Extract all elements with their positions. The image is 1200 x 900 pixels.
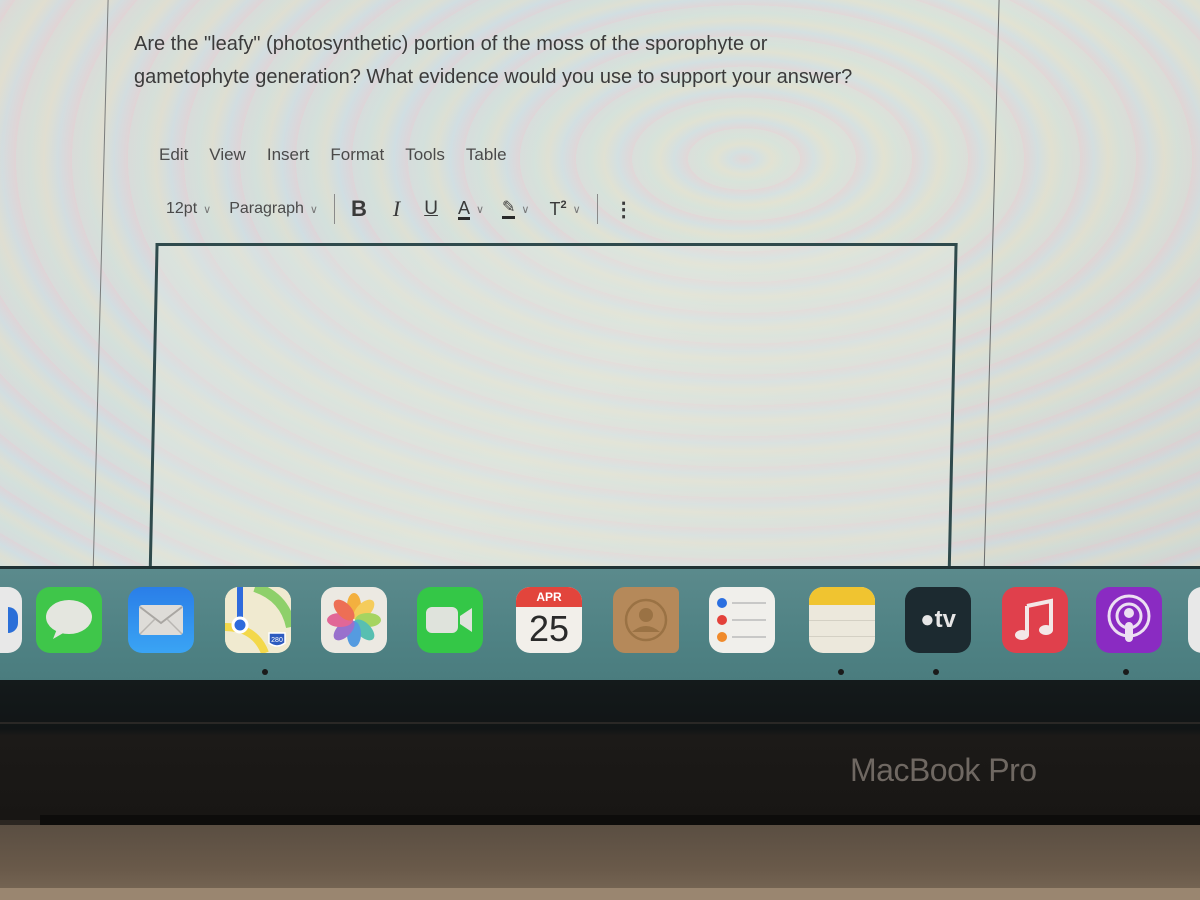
apple-logo-icon: ● bbox=[920, 606, 935, 633]
mail-icon bbox=[139, 605, 183, 635]
reminders-icon bbox=[717, 598, 766, 642]
font-size-dropdown[interactable]: 12pt ∨ bbox=[166, 200, 211, 218]
music-icon bbox=[1015, 598, 1053, 640]
superscript-t: T bbox=[549, 198, 561, 219]
toolbar-divider bbox=[333, 194, 335, 224]
screen: Are the "leafy" (photosynthetic) portion… bbox=[0, 0, 1200, 568]
running-indicator bbox=[1123, 669, 1129, 675]
dock-reminders[interactable] bbox=[709, 587, 775, 653]
italic-button[interactable]: I bbox=[393, 196, 400, 222]
chevron-down-icon: ∨ bbox=[572, 203, 581, 216]
notes-icon bbox=[809, 587, 875, 653]
tv-label: tv bbox=[934, 606, 956, 633]
chevron-down-icon: ∨ bbox=[521, 203, 530, 216]
menu-table[interactable]: Table bbox=[466, 145, 507, 165]
font-size-value: 12pt bbox=[166, 200, 198, 217]
dock-podcasts[interactable] bbox=[1096, 587, 1162, 653]
block-format-value: Paragraph bbox=[229, 200, 304, 217]
laptop-base-edge bbox=[0, 888, 1200, 900]
running-indicator bbox=[933, 669, 939, 675]
editor-menubar: Edit View Insert Format Tools Table bbox=[159, 145, 528, 165]
facetime-icon bbox=[426, 607, 472, 633]
dock-contacts[interactable] bbox=[613, 587, 679, 653]
chevron-down-icon: ∨ bbox=[309, 203, 318, 216]
superscript-button[interactable]: T2 ∨ bbox=[529, 199, 580, 220]
menu-insert[interactable]: Insert bbox=[267, 145, 310, 165]
dock-mail[interactable] bbox=[128, 587, 194, 653]
photos-icon bbox=[327, 593, 381, 647]
calendar-month: APR bbox=[516, 587, 582, 607]
dock-calendar[interactable]: APR 25 bbox=[516, 587, 582, 653]
question-text: Are the "leafy" (photosynthetic) portion… bbox=[134, 28, 954, 94]
highlighter-icon: ✎ bbox=[502, 199, 516, 219]
laptop-hinge bbox=[40, 815, 1200, 825]
messages-icon bbox=[46, 600, 92, 639]
underline-button[interactable]: U bbox=[424, 198, 438, 220]
bold-button[interactable]: B bbox=[351, 196, 367, 222]
text-color-icon: A bbox=[457, 197, 470, 220]
podcasts-icon bbox=[1107, 594, 1151, 642]
editor-toolbar: 12pt ∨ Paragraph ∨ B I U A ∨ ✎ ∨ T2 ∨ ⋮ bbox=[166, 194, 634, 224]
dock-maps[interactable]: 280 bbox=[225, 587, 291, 653]
dock-notes[interactable] bbox=[809, 587, 875, 653]
bezel-edge bbox=[0, 722, 1200, 724]
menu-tools[interactable]: Tools bbox=[405, 145, 445, 165]
maps-icon: 280 bbox=[225, 587, 291, 653]
superscript-2: 2 bbox=[560, 198, 567, 211]
highlight-color-button[interactable]: ✎ ∨ bbox=[484, 199, 530, 219]
answer-text-area[interactable] bbox=[148, 243, 958, 568]
text-color-button[interactable]: A ∨ bbox=[457, 197, 485, 220]
question-line-1: Are the "leafy" (photosynthetic) portion… bbox=[134, 33, 768, 55]
brand-label: MacBook Pro bbox=[850, 752, 1037, 788]
question-line-2: gametophyte generation? What evidence wo… bbox=[134, 66, 853, 88]
running-indicator bbox=[262, 669, 268, 675]
calendar-icon: APR 25 bbox=[516, 587, 582, 653]
dock-messages[interactable] bbox=[36, 587, 102, 653]
toolbar-divider bbox=[596, 194, 598, 224]
calendar-day: 25 bbox=[528, 608, 570, 649]
dock-facetime[interactable] bbox=[417, 587, 483, 653]
menu-format[interactable]: Format bbox=[330, 145, 384, 165]
safari-icon bbox=[8, 607, 18, 633]
menu-view[interactable]: View bbox=[209, 145, 246, 165]
more-options-icon[interactable]: ⋮ bbox=[614, 197, 634, 222]
chevron-down-icon: ∨ bbox=[203, 203, 212, 216]
laptop-bezel bbox=[0, 680, 1200, 820]
dock-safari[interactable] bbox=[0, 587, 22, 653]
chevron-down-icon: ∨ bbox=[475, 203, 485, 216]
menu-edit[interactable]: Edit bbox=[159, 145, 188, 165]
dock: 280 APR 25 ●tv bbox=[0, 566, 1200, 683]
block-format-dropdown[interactable]: Paragraph ∨ bbox=[229, 200, 318, 218]
svg-text:280: 280 bbox=[271, 637, 283, 644]
dock-apple-tv[interactable]: ●tv bbox=[905, 587, 971, 653]
tv-icon: ●tv bbox=[920, 606, 956, 634]
superscript-icon: T2 bbox=[549, 199, 566, 220]
dock-music[interactable] bbox=[1002, 587, 1068, 653]
dock-app-partial[interactable] bbox=[1188, 587, 1200, 653]
dock-photos[interactable] bbox=[321, 587, 387, 653]
running-indicator bbox=[838, 669, 844, 675]
contacts-icon bbox=[624, 598, 668, 642]
